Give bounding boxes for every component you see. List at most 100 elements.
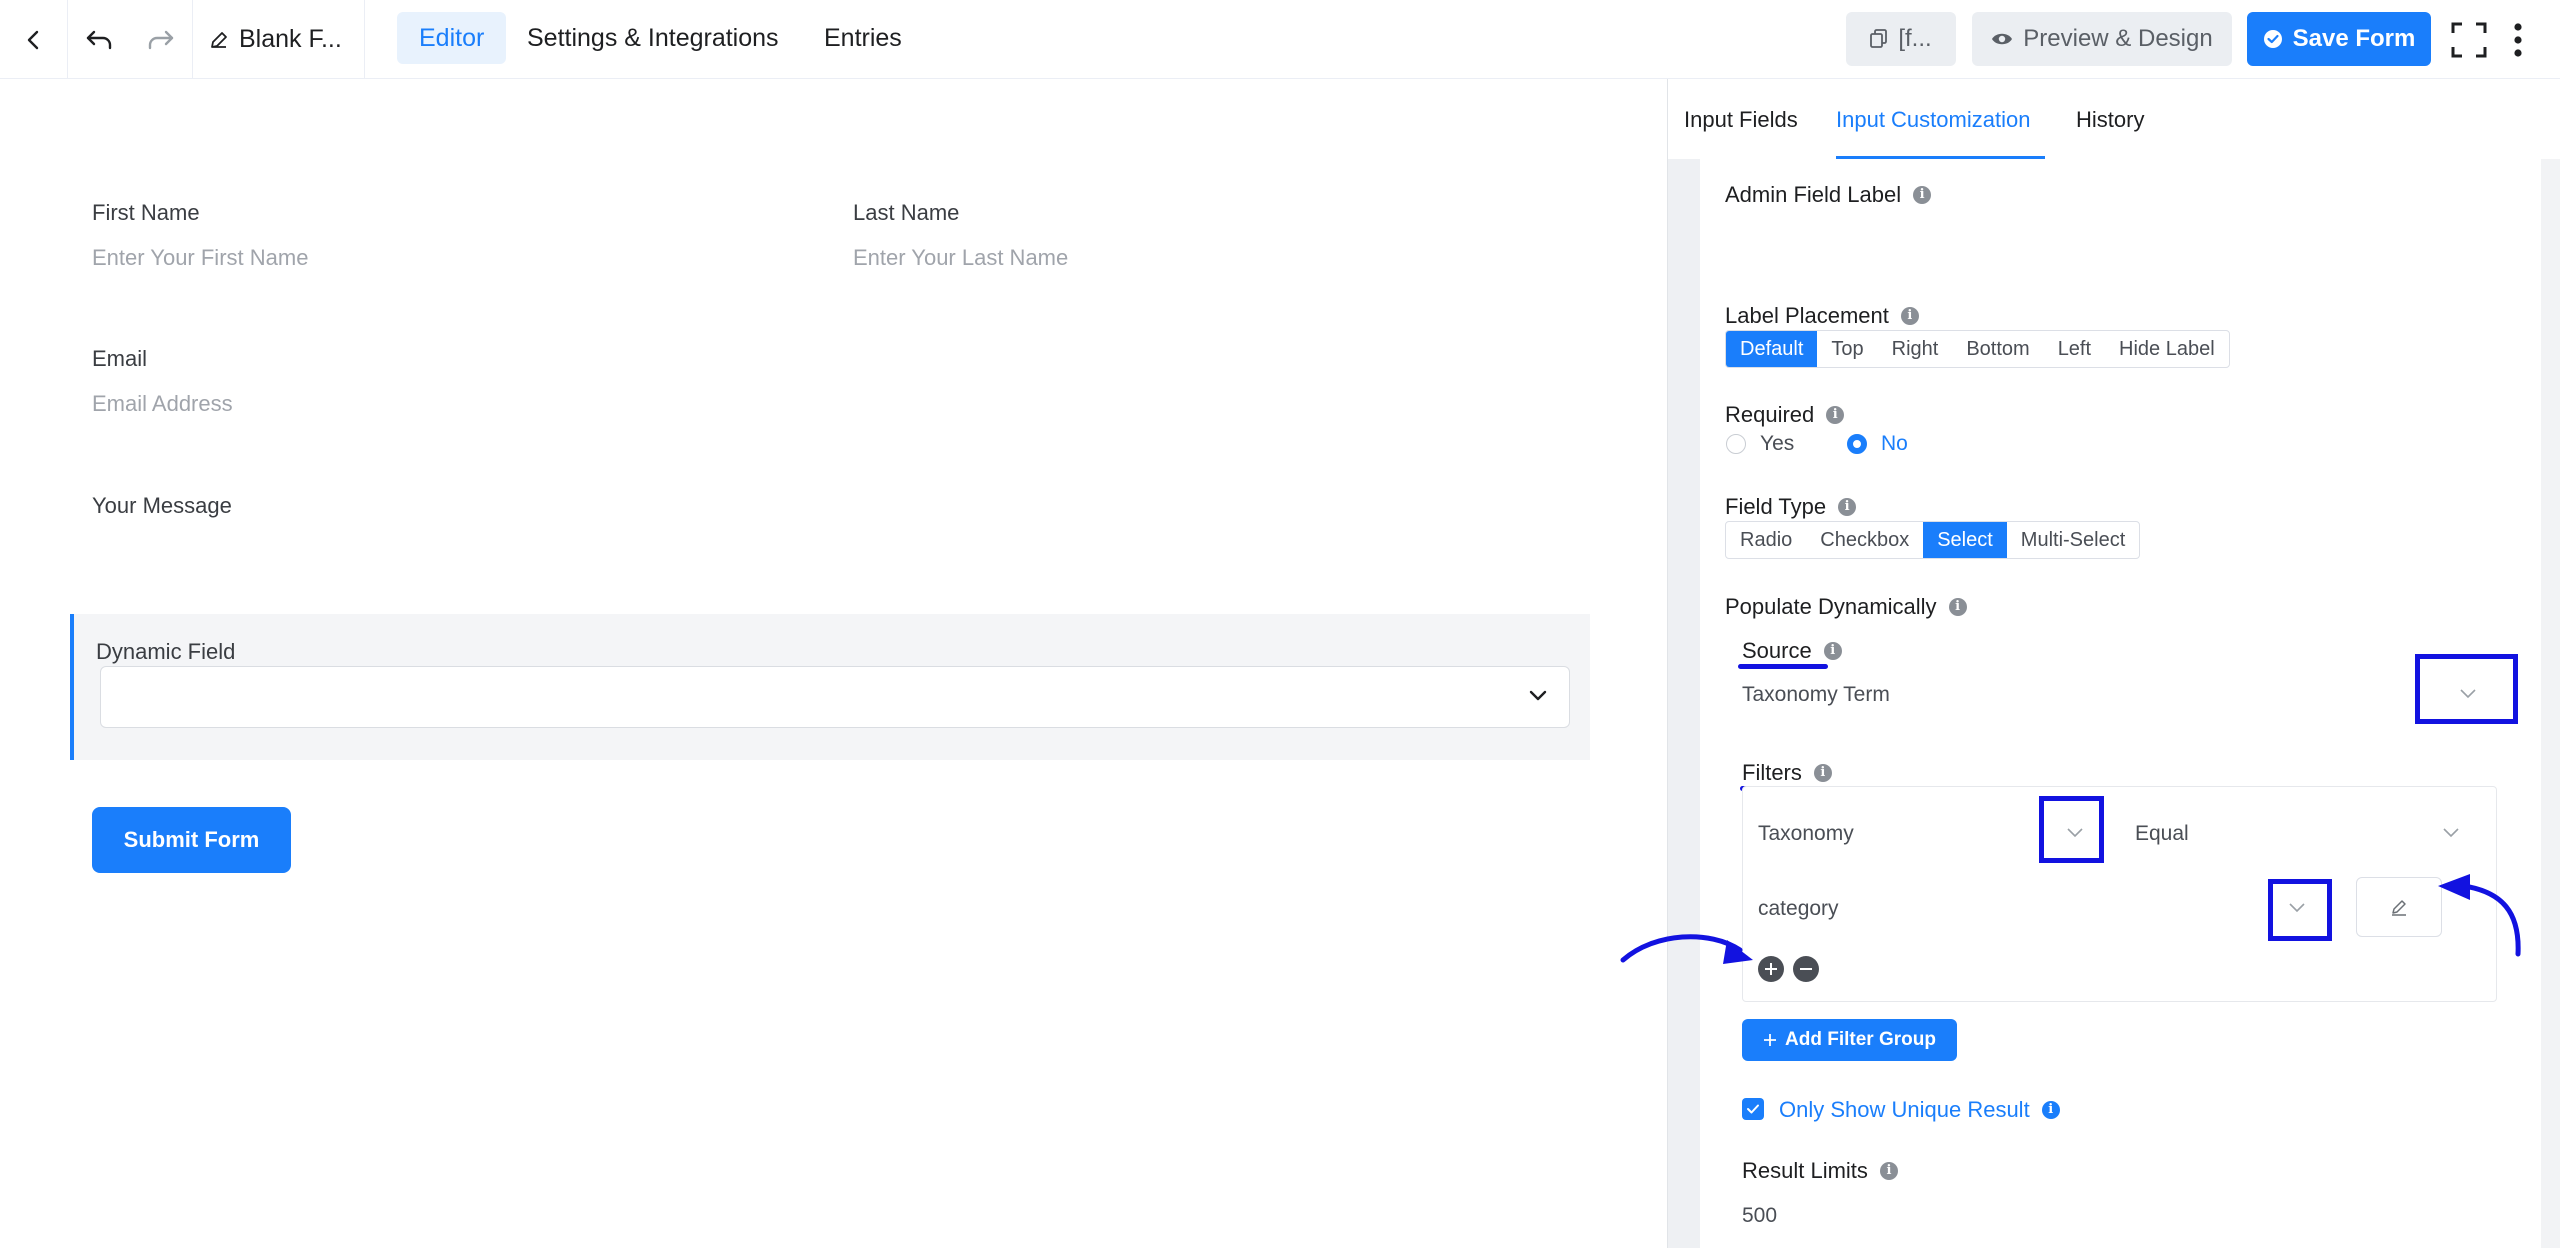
- info-icon: i: [1813, 764, 1832, 782]
- top-bar: Blank F... Editor Settings & Integration…: [0, 0, 2560, 79]
- placement-right[interactable]: Right: [1878, 331, 1953, 367]
- panel-gutter: [1667, 79, 1700, 1248]
- required-label: Required i: [1725, 402, 1845, 428]
- chevron-down-icon[interactable]: [2443, 828, 2459, 838]
- source-label: Source i: [1742, 638, 1842, 664]
- active-tab-indicator: [1836, 156, 2045, 159]
- shortcode-button[interactable]: [f...: [1846, 12, 1956, 66]
- placement-left[interactable]: Left: [2044, 331, 2105, 367]
- source-select[interactable]: Taxonomy Term: [1742, 683, 1890, 707]
- info-icon: i: [2041, 1101, 2060, 1119]
- admin-field-label-text: Admin Field Label: [1725, 182, 1902, 207]
- required-no-radio[interactable]: No: [1847, 432, 1908, 456]
- label-placement-group: Default Top Right Bottom Left Hide Label: [1725, 330, 2230, 368]
- unique-result-label: Only Show Unique Result i: [1779, 1097, 2060, 1123]
- dynamic-field-select[interactable]: [100, 666, 1570, 728]
- result-limits-text: Result Limits: [1742, 1158, 1868, 1183]
- chevron-down-icon: [1529, 690, 1547, 701]
- fullscreen-button[interactable]: [2446, 0, 2492, 79]
- field-type-select[interactable]: Select: [1923, 522, 2007, 558]
- unique-result-checkbox[interactable]: [1742, 1098, 1764, 1120]
- radio-button: [1847, 434, 1867, 454]
- field-type-multi-select[interactable]: Multi-Select: [2007, 522, 2139, 558]
- form-title[interactable]: Blank F...: [193, 0, 365, 79]
- field-type-checkbox[interactable]: Checkbox: [1806, 522, 1923, 558]
- admin-field-label: Admin Field Label i: [1725, 182, 1932, 208]
- tab-history[interactable]: History: [2076, 107, 2144, 133]
- field-type-label: Field Type i: [1725, 494, 1857, 520]
- tab-entries[interactable]: Entries: [802, 12, 924, 64]
- populate-dynamically-label: Populate Dynamically i: [1725, 594, 1967, 620]
- last-name-input[interactable]: Enter Your Last Name: [853, 245, 1068, 271]
- field-type-radio[interactable]: Radio: [1726, 522, 1806, 558]
- back-button[interactable]: [0, 0, 68, 79]
- email-input[interactable]: Email Address: [92, 391, 233, 417]
- placement-hide-label[interactable]: Hide Label: [2105, 331, 2229, 367]
- info-icon: i: [1823, 642, 1842, 660]
- radio-button: [1726, 434, 1746, 454]
- panel-scrollbar[interactable]: [2541, 159, 2560, 1248]
- annotation-box: [2268, 879, 2332, 941]
- save-form-button[interactable]: Save Form: [2247, 12, 2431, 66]
- info-icon: i: [1900, 307, 1919, 325]
- annotation-arrow: [1620, 934, 1753, 964]
- last-name-label: Last Name: [853, 200, 960, 225]
- redo-button[interactable]: [130, 0, 193, 79]
- filters-text: Filters: [1742, 760, 1802, 785]
- result-limits-input[interactable]: 500: [1742, 1204, 1777, 1228]
- undo-button[interactable]: [68, 0, 130, 79]
- required-yes-radio[interactable]: Yes: [1726, 432, 1794, 456]
- first-name-input[interactable]: Enter Your First Name: [92, 245, 308, 271]
- info-icon: i: [1948, 598, 1967, 616]
- preview-design-button[interactable]: Preview & Design: [1972, 12, 2232, 66]
- tab-settings-integrations[interactable]: Settings & Integrations: [505, 12, 801, 64]
- redo-icon: [148, 30, 174, 49]
- more-button[interactable]: [2500, 0, 2536, 79]
- first-name-label: First Name: [92, 200, 200, 225]
- message-label: Your Message: [92, 493, 232, 518]
- unique-result-text: Only Show Unique Result: [1779, 1097, 2030, 1122]
- source-text: Source: [1742, 638, 1812, 663]
- info-icon: i: [1913, 186, 1932, 204]
- annotation-arrow: [2438, 874, 2521, 957]
- copy-icon: [1870, 29, 1888, 48]
- add-filter-group-button[interactable]: Add Filter Group: [1742, 1019, 1957, 1061]
- dynamic-field-label: Dynamic Field: [96, 639, 236, 664]
- shortcode-label: [f...: [1898, 25, 1932, 52]
- annotation-box: [2415, 654, 2518, 724]
- back-icon: [27, 30, 38, 49]
- filter-field-select[interactable]: Taxonomy: [1758, 822, 1854, 846]
- label-placement-label: Label Placement i: [1725, 303, 1919, 329]
- minus-icon: [1800, 968, 1812, 970]
- submit-form-button[interactable]: Submit Form: [92, 807, 291, 873]
- pencil-icon: [211, 31, 227, 48]
- annotation-box: [2039, 796, 2104, 863]
- eye-icon: [1992, 33, 2013, 45]
- info-icon: i: [1838, 498, 1857, 516]
- result-limits-label: Result Limits i: [1742, 1158, 1898, 1184]
- placement-top[interactable]: Top: [1817, 331, 1877, 367]
- form-title-text: Blank F...: [239, 25, 342, 53]
- check-circle-icon: [2263, 30, 2282, 48]
- add-filter-group-label: Add Filter Group: [1785, 1029, 1936, 1050]
- placement-bottom[interactable]: Bottom: [1952, 331, 2043, 367]
- plus-icon: [1764, 1034, 1777, 1046]
- required-text: Required: [1725, 402, 1815, 427]
- dynamic-field-block[interactable]: Dynamic Field: [70, 614, 1590, 760]
- annotation-underline: [1738, 664, 1828, 669]
- fullscreen-icon: [2451, 22, 2487, 57]
- undo-icon: [86, 30, 112, 49]
- remove-filter-button[interactable]: [1793, 956, 1819, 982]
- tab-input-customization[interactable]: Input Customization: [1836, 107, 2030, 133]
- label-placement-text: Label Placement: [1725, 303, 1889, 328]
- required-no-label: No: [1881, 432, 1908, 455]
- tab-input-fields[interactable]: Input Fields: [1684, 107, 1798, 133]
- filter-operator-select[interactable]: Equal: [2135, 822, 2189, 846]
- filter-value-select[interactable]: category: [1758, 897, 1839, 921]
- required-yes-label: Yes: [1760, 432, 1795, 455]
- field-type-text: Field Type: [1725, 494, 1827, 519]
- info-icon: i: [1826, 406, 1845, 424]
- more-vertical-icon: [2514, 22, 2522, 57]
- tab-editor[interactable]: Editor: [397, 12, 507, 64]
- placement-default[interactable]: Default: [1726, 331, 1818, 367]
